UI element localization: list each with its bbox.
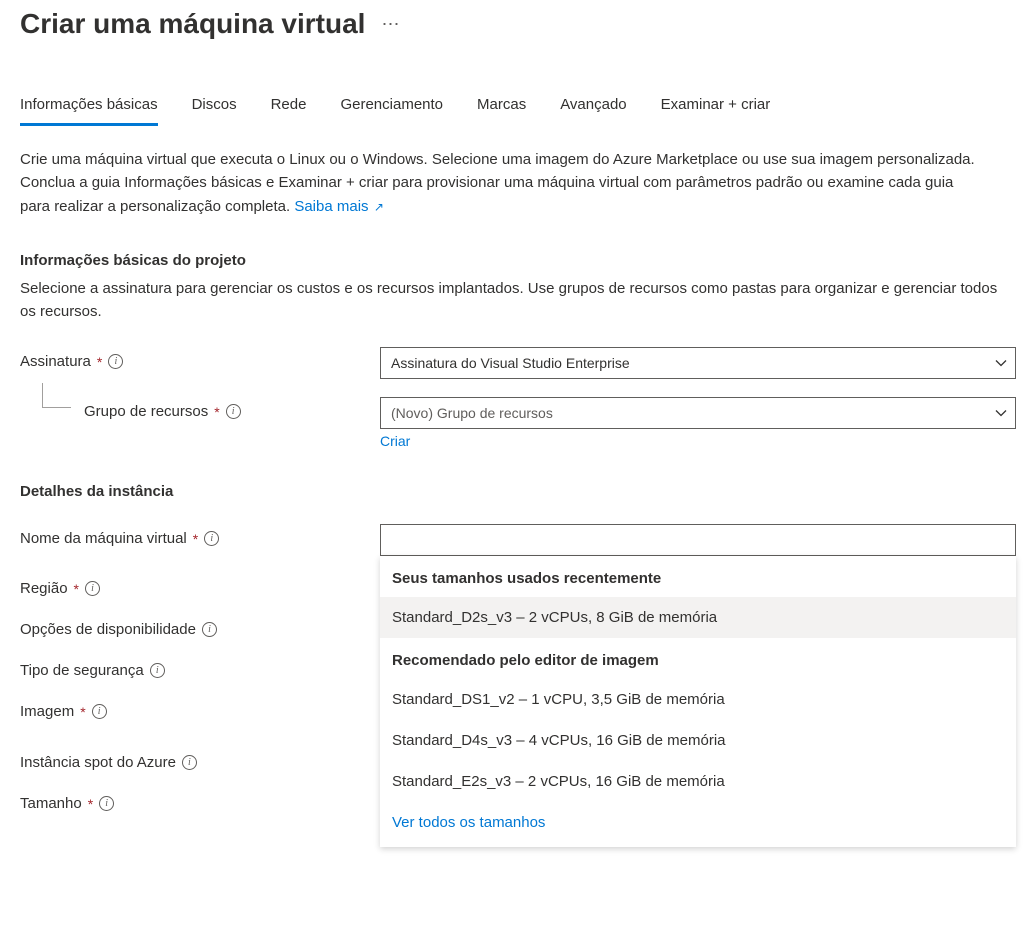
required-asterisk: * (80, 704, 85, 720)
spot-label: Instância spot do Azure (20, 754, 176, 771)
more-actions-button[interactable]: ⋯ (381, 14, 401, 35)
info-icon[interactable]: i (150, 663, 165, 678)
tabs: Informações básicas Discos Rede Gerencia… (20, 96, 1016, 126)
size-label: Tamanho (20, 795, 82, 812)
subscription-value: Assinatura do Visual Studio Enterprise (391, 355, 630, 371)
tab-disks[interactable]: Discos (192, 96, 237, 126)
required-asterisk: * (193, 531, 198, 547)
subscription-label: Assinatura (20, 353, 91, 370)
info-icon[interactable]: i (85, 581, 100, 596)
info-icon[interactable]: i (204, 531, 219, 546)
required-asterisk: * (74, 581, 79, 597)
required-asterisk: * (214, 404, 219, 420)
intro-paragraph: Crie uma máquina virtual que executa o L… (20, 148, 980, 218)
tab-review-create[interactable]: Examinar + criar (661, 96, 771, 126)
chevron-down-icon (995, 357, 1007, 369)
instance-section-title: Detalhes da instância (20, 483, 1016, 500)
info-icon[interactable]: i (226, 404, 241, 419)
resource-group-label: Grupo de recursos (84, 403, 208, 420)
learn-more-link[interactable]: Saiba mais ↗ (294, 198, 384, 215)
size-option[interactable]: Standard_D2s_v3 – 2 vCPUs, 8 GiB de memó… (380, 597, 1016, 638)
vmname-input[interactable] (380, 524, 1016, 556)
info-icon[interactable]: i (99, 796, 114, 811)
tab-advanced[interactable]: Avançado (560, 96, 626, 126)
required-asterisk: * (88, 796, 93, 812)
learn-more-label: Saiba mais (294, 198, 368, 215)
size-option[interactable]: Standard_E2s_v3 – 2 vCPUs, 16 GiB de mem… (380, 761, 1016, 802)
region-label: Região (20, 580, 68, 597)
info-icon[interactable]: i (108, 354, 123, 369)
security-type-label: Tipo de segurança (20, 662, 144, 679)
resource-group-select[interactable]: (Novo) Grupo de recursos (380, 397, 1016, 429)
image-label: Imagem (20, 703, 74, 720)
project-section-desc: Selecione a assinatura para gerenciar os… (20, 277, 1016, 324)
tab-network[interactable]: Rede (271, 96, 307, 126)
tab-tags[interactable]: Marcas (477, 96, 526, 126)
dropdown-recent-header: Seus tamanhos usados recentemente (380, 556, 1016, 597)
tab-basics[interactable]: Informações básicas (20, 96, 158, 126)
vmname-label: Nome da máquina virtual (20, 530, 187, 547)
resource-group-placeholder: (Novo) Grupo de recursos (391, 405, 553, 421)
info-icon[interactable]: i (182, 755, 197, 770)
size-option[interactable]: Standard_DS1_v2 – 1 vCPU, 3,5 GiB de mem… (380, 679, 1016, 720)
dropdown-recommended-header: Recomendado pelo editor de imagem (380, 638, 1016, 679)
subscription-select[interactable]: Assinatura do Visual Studio Enterprise (380, 347, 1016, 379)
availability-label: Opções de disponibilidade (20, 621, 196, 638)
size-option[interactable]: Standard_D4s_v3 – 4 vCPUs, 16 GiB de mem… (380, 720, 1016, 761)
project-section-title: Informações básicas do projeto (20, 252, 1016, 269)
page-title: Criar uma máquina virtual (20, 8, 365, 40)
intro-text: Crie uma máquina virtual que executa o L… (20, 151, 975, 215)
info-icon[interactable]: i (202, 622, 217, 637)
size-dropdown-panel: Seus tamanhos usados recentemente Standa… (380, 556, 1016, 847)
chevron-down-icon (995, 407, 1007, 419)
tab-management[interactable]: Gerenciamento (340, 96, 443, 126)
external-link-icon: ↗ (371, 200, 384, 214)
info-icon[interactable]: i (92, 704, 107, 719)
required-asterisk: * (97, 354, 102, 370)
create-new-link[interactable]: Criar (380, 433, 410, 449)
see-all-sizes-link[interactable]: Ver todos os tamanhos (380, 802, 1016, 847)
